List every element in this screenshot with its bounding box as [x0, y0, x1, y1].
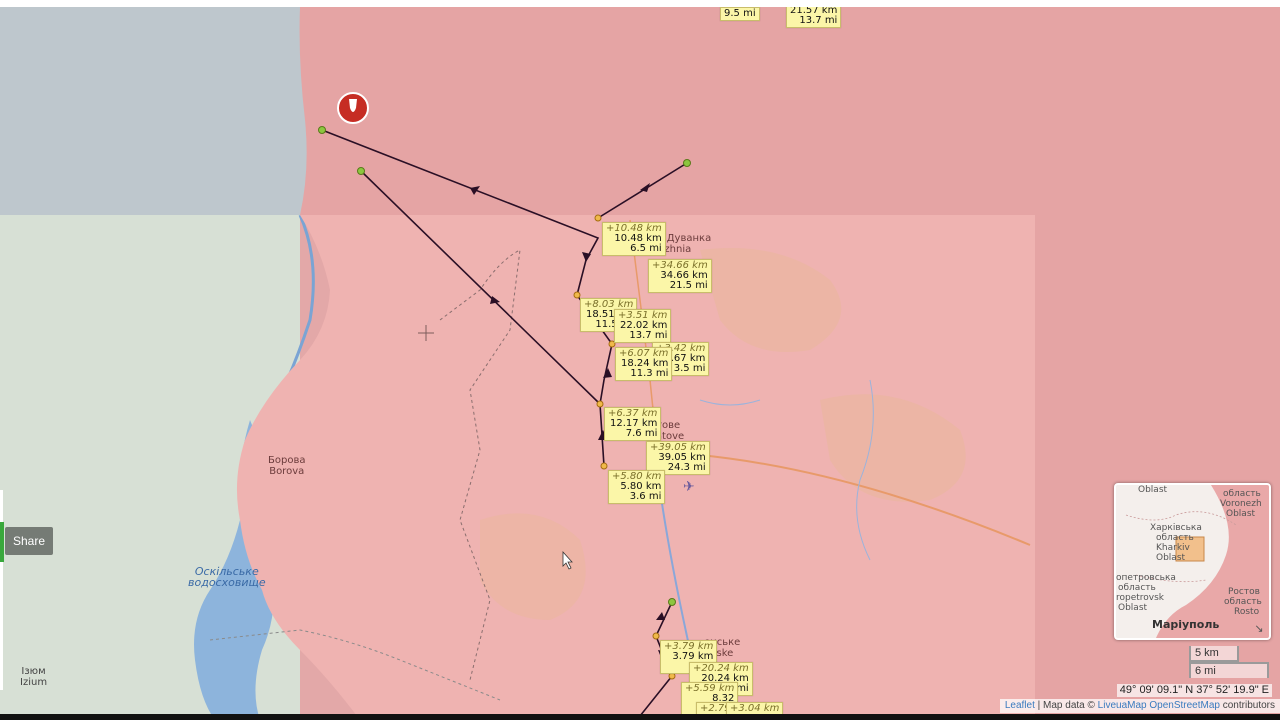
place-label-borova: Борова Borova — [268, 455, 306, 477]
attribution-text: | Map data © — [1034, 700, 1098, 711]
place-label-reservoir: Оскільське водосховище — [188, 565, 266, 589]
minimap-label: опетровська — [1116, 573, 1176, 583]
vertex-6 — [652, 632, 660, 640]
minimap-label: область — [1223, 489, 1261, 499]
hand-cursor-icon — [562, 550, 573, 570]
place-label-izium: Ізюм Izium — [20, 666, 48, 688]
vertex-4 — [596, 400, 604, 408]
vertex-5 — [600, 462, 608, 470]
top-edge — [0, 0, 1280, 7]
minimap-label: Харківська — [1150, 523, 1202, 533]
waypoint-3 — [683, 159, 691, 167]
minimap-label: Oblast — [1156, 553, 1186, 563]
distance-label: 9.5 mi — [720, 7, 760, 21]
scale-bar-km: 5 km — [1189, 646, 1239, 662]
left-panel-edge — [0, 490, 3, 690]
route-line-1 — [321, 129, 613, 467]
map-attribution: Leaflet | Map data © LiveuaMap OpenStree… — [999, 699, 1280, 713]
attack-marker-icon — [337, 92, 369, 124]
waypoint-1 — [318, 126, 326, 134]
route-line-3 — [360, 170, 601, 405]
distance-label: +10.48 km 10.48 km 6.5 mi — [602, 222, 666, 256]
share-button[interactable]: Share — [5, 527, 53, 555]
minimap-label: Ростов — [1228, 587, 1260, 597]
liveuamap-link[interactable]: LiveuaMap — [1098, 700, 1147, 711]
distance-label: +3.51 km 22.02 km 13.7 mi — [614, 309, 672, 343]
bottom-edge — [0, 714, 1280, 720]
minimap-label: область — [1156, 533, 1194, 543]
minimap-label: Voronezh — [1220, 499, 1262, 509]
distance-label: +6.07 km 18.24 km 11.3 mi — [615, 347, 673, 381]
leaflet-link[interactable]: Leaflet — [1005, 700, 1035, 711]
minimap-label: ropetrovsk — [1116, 593, 1165, 603]
minimap-label: область — [1118, 583, 1156, 593]
osm-link[interactable]: OpenStreetMap — [1149, 700, 1220, 711]
distance-label: +5.80 km 5.80 km 3.6 mi — [608, 470, 666, 504]
coordinates-readout: 49° 09' 09.1" N 37° 52' 19.9" E — [1116, 684, 1272, 697]
route-arrow-5 — [603, 368, 612, 378]
minimap-label: область — [1224, 597, 1262, 607]
minimap-city-label: Маріуполь — [1152, 618, 1220, 631]
minimap-label: Oblast — [1138, 485, 1168, 495]
scale-bar-mi: 6 mi — [1189, 662, 1269, 678]
waypoint-4 — [668, 598, 676, 606]
distance-label: +34.66 km 34.66 km 21.5 mi — [648, 259, 712, 293]
map-canvas[interactable]: ✈ ня Дуванка Nyzhnia Борова Borova атове… — [0, 0, 1280, 720]
minimap-label: Kharkiv — [1156, 543, 1190, 553]
route-arrow-7 — [656, 612, 665, 620]
side-panel-tab[interactable] — [0, 522, 4, 562]
vertex-1 — [594, 214, 602, 222]
minimap-label: Oblast — [1118, 603, 1148, 613]
minimap-label: Oblast — [1226, 509, 1256, 519]
distance-label: +6.37 km 12.17 km 7.6 mi — [604, 407, 662, 441]
attribution-suffix: contributors — [1219, 700, 1275, 711]
minimap-toggle-icon[interactable]: ↘ — [1252, 622, 1266, 636]
minimap[interactable]: Oblast область Voronezh Oblast Харківськ… — [1114, 483, 1271, 640]
minimap-label: Rosto — [1234, 607, 1260, 617]
waypoint-2 — [357, 167, 365, 175]
distance-label: 21.57 km 13.7 mi — [786, 4, 842, 28]
